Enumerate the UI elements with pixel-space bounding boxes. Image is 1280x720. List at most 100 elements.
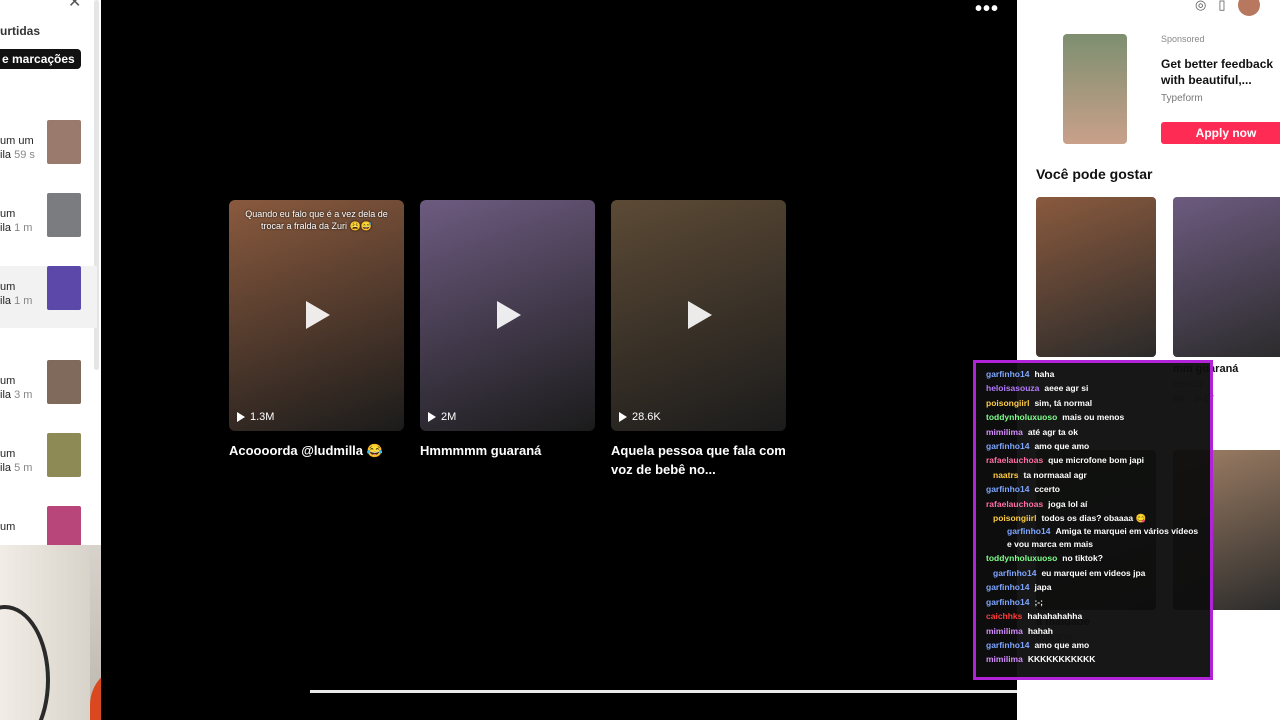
recommended-thumbnail[interactable] xyxy=(1173,197,1280,357)
notification-line: um xyxy=(0,208,16,220)
notification-line: um xyxy=(0,281,16,293)
notification-thumbnail[interactable] xyxy=(47,360,81,404)
notification-thumbnail[interactable] xyxy=(47,266,81,310)
chat-username: toddynholuxuoso xyxy=(986,412,1058,423)
chat-message: toddynholuxuoso mais ou menos xyxy=(986,410,1204,424)
notification-line: um um xyxy=(0,135,34,147)
chat-username: garfinho14 xyxy=(986,484,1030,495)
notification-text: um ila 1 m xyxy=(0,280,32,308)
notification-time: 1 m xyxy=(14,222,33,234)
chat-username: garfinho14 xyxy=(993,567,1037,578)
video-grid-area: ••• Quando eu falo que é a vez dela de t… xyxy=(101,0,1094,720)
chat-text: haha xyxy=(1034,369,1055,379)
notification-time: 5 m xyxy=(14,462,33,474)
chat-username: heloisasouza xyxy=(986,383,1040,394)
notification-text: um um ila 59 s xyxy=(0,134,35,162)
phone-icon[interactable]: ▯ xyxy=(1218,0,1225,13)
video-thumbnail[interactable]: 28.6K xyxy=(611,200,786,431)
ad-title[interactable]: Get better feedback with beautiful,... xyxy=(1161,56,1280,88)
recommended-video[interactable] xyxy=(1036,197,1156,357)
avatar[interactable] xyxy=(1237,0,1260,16)
chat-username: rafaelauchoas xyxy=(986,498,1044,509)
view-count-text: 1.3M xyxy=(250,411,275,423)
chat-message: rafaelauchoas joga lol aí xyxy=(986,497,1204,511)
notification-name: ila xyxy=(0,149,12,161)
more-options-icon[interactable]: ••• xyxy=(975,0,999,21)
chat-username: caichhks xyxy=(986,611,1023,622)
notification-line: ila 59 s xyxy=(0,148,35,162)
chat-text: ;-; xyxy=(1034,596,1043,607)
view-count: 28.6K xyxy=(619,411,661,423)
chat-message: poisongiirl sim, tá normal xyxy=(986,396,1204,410)
notification-thumbnail[interactable] xyxy=(47,193,81,237)
view-count: 1.3M xyxy=(237,411,274,423)
chat-message: caichhks hahahahahha xyxy=(986,609,1204,623)
video-thumbnail[interactable]: Quando eu falo que é a vez dela de troca… xyxy=(229,200,404,431)
chat-text: sim, tá normal xyxy=(1034,397,1093,408)
chat-text: ta normaaal agr xyxy=(1023,469,1087,480)
play-count-icon xyxy=(428,412,436,422)
chat-message: garfinho14 ;-; xyxy=(986,595,1204,609)
screen: ✕ urtidas e marcações um um ila 59 s um ila… xyxy=(0,0,1280,720)
video-card[interactable]: Quando eu falo que é a vez dela de troca… xyxy=(229,200,404,460)
notification-item[interactable]: um ila 1 m xyxy=(0,266,97,328)
chat-text: amo que amo xyxy=(1034,639,1090,650)
filter-mentions-tab[interactable]: e marcações xyxy=(0,49,81,69)
chat-message: mimilima até agr ta ok xyxy=(986,425,1204,439)
chat-username: garfinho14 xyxy=(1007,526,1051,537)
chat-username: rafaelauchoas xyxy=(986,455,1044,466)
chat-message: poisongiirl todos os dias? obaaaa 😋 xyxy=(986,511,1204,525)
chat-username: garfinho14 xyxy=(986,582,1030,593)
notification-name: ila xyxy=(0,389,12,401)
chat-message: rafaelauchoas que microfone bom japi xyxy=(986,453,1204,467)
chat-username: mimilima xyxy=(986,625,1023,636)
ad-brand[interactable]: Typeform xyxy=(1161,93,1203,104)
play-icon[interactable] xyxy=(497,301,521,329)
chat-text: joga lol aí xyxy=(1048,498,1088,509)
notification-name: ila xyxy=(0,295,12,307)
chat-username: mimilima xyxy=(986,654,1023,665)
notification-line: ila 1 m xyxy=(0,294,32,308)
top-toolbar: ◎ ▯ xyxy=(1195,0,1260,16)
chat-message: mimilima KKKKKKKKKKK xyxy=(986,652,1204,666)
close-icon[interactable]: ✕ xyxy=(68,0,86,11)
notification-time: 1 m xyxy=(14,295,33,307)
chat-text: eu marquei em videos jpa xyxy=(1041,567,1146,578)
recommended-thumbnail[interactable] xyxy=(1036,197,1156,357)
notification-thumbnail[interactable] xyxy=(47,120,81,164)
chat-text: no tiktok? xyxy=(1062,553,1103,564)
video-title[interactable]: Aquela pessoa que fala com voz de bebê n… xyxy=(611,441,786,479)
video-title[interactable]: Acoooorda @ludmilla 😂 xyxy=(229,441,404,460)
video-thumbnail[interactable]: 2M xyxy=(420,200,595,431)
chat-text: aeee agr si xyxy=(1044,383,1089,394)
chat-message: mimilima hahah xyxy=(986,624,1204,638)
ad-thumbnail[interactable] xyxy=(1063,34,1127,144)
filter-shared-tab[interactable]: urtidas xyxy=(0,24,40,38)
tiktok-icon[interactable]: ◎ xyxy=(1195,0,1206,13)
video-title[interactable]: Hmmmmm guaraná xyxy=(420,441,595,460)
notification-line: ila 3 m xyxy=(0,388,32,402)
notification-text: um xyxy=(0,520,15,534)
notification-item[interactable]: um ila 5 m xyxy=(0,433,97,495)
chat-message: garfinho14 ccerto xyxy=(986,482,1204,496)
video-card[interactable]: 2M Hmmmmm guaraná xyxy=(420,200,595,460)
notification-item[interactable]: um ila 1 m xyxy=(0,193,97,255)
chat-text: japa xyxy=(1034,582,1052,593)
notification-thumbnail[interactable] xyxy=(47,433,81,477)
play-icon[interactable] xyxy=(306,301,330,329)
notification-item[interactable]: um ila 3 m xyxy=(0,360,97,422)
chat-text: amo que amo xyxy=(1034,441,1090,452)
chat-message: heloisasouza aeee agr si xyxy=(986,381,1204,395)
notification-text: um ila 1 m xyxy=(0,207,32,235)
notification-item[interactable]: um um ila 59 s xyxy=(0,120,97,182)
apply-now-button[interactable]: Apply now xyxy=(1161,122,1280,144)
progress-bar[interactable] xyxy=(310,690,1017,693)
notification-line: um xyxy=(0,448,16,460)
chat-text: todos os dias? obaaaa 😋 xyxy=(1041,513,1147,524)
chat-username: garfinho14 xyxy=(986,369,1030,379)
play-icon[interactable] xyxy=(688,301,712,329)
view-count-text: 28.6K xyxy=(632,411,661,423)
notification-thumbnail[interactable] xyxy=(47,506,81,550)
chat-username: garfinho14 xyxy=(986,639,1030,650)
video-card[interactable]: 28.6K Aquela pessoa que fala com voz de b… xyxy=(611,200,786,479)
